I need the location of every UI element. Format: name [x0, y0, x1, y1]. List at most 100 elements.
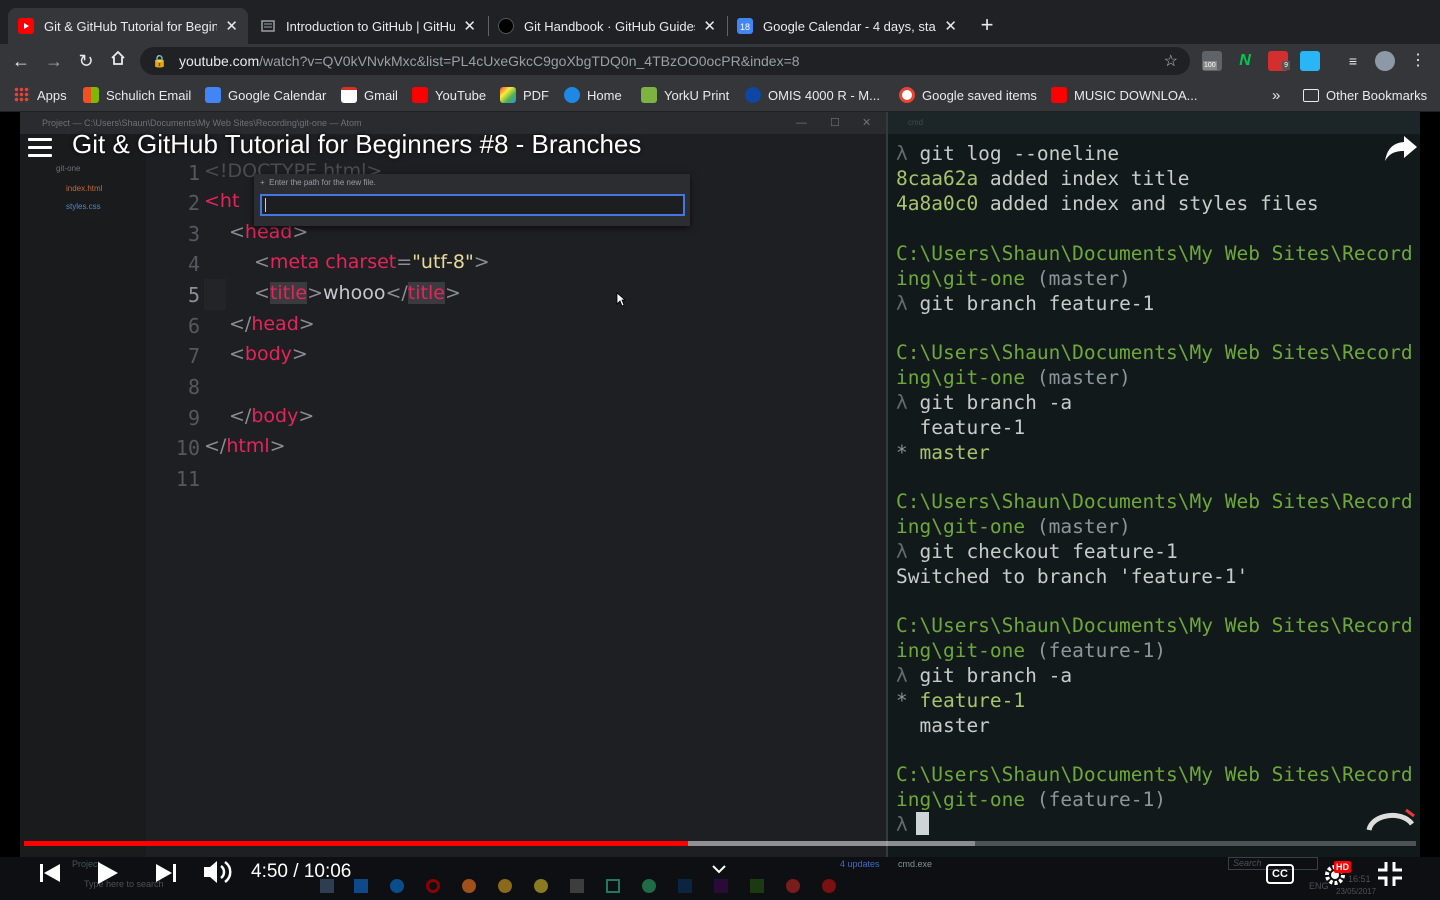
extension-icon[interactable] [1300, 51, 1320, 71]
close-icon[interactable]: ✕ [463, 17, 476, 35]
terminal-line: λ git branch -a [896, 664, 1072, 687]
url-path: /watch?v=QV0kVNvkMxc&list=PL4cUxeGkcC9go… [259, 53, 800, 69]
tab-label: Git Handbook · GitHub Guides [524, 18, 696, 34]
terminal-status-tab: cmd.exe [898, 859, 933, 869]
home-button[interactable] [106, 49, 130, 73]
code-tag: <ht [204, 190, 240, 212]
tab-google-calendar[interactable]: 18 Google Calendar - 4 days, star ✕ [727, 8, 967, 44]
close-icon[interactable]: ✕ [703, 17, 716, 35]
bookmark-schulich-email[interactable]: Schulich Email [83, 86, 191, 104]
prompt-path: ing\git-one [896, 515, 1026, 538]
video-title[interactable]: Git & GitHub Tutorial for Beginners #8 -… [72, 129, 641, 160]
prompt-lambda: λ [896, 142, 920, 165]
branch-marker: * [896, 441, 920, 464]
bookmark-label: YorkU Print [664, 87, 730, 103]
terminal-text: Switched to branch 'feature-1' [896, 565, 1249, 588]
previous-button[interactable] [38, 862, 62, 884]
bookmark-gmail[interactable]: Gmail [341, 86, 398, 104]
share-icon[interactable] [1384, 134, 1418, 162]
terminal-text: git branch feature-1 [919, 292, 1155, 315]
extension-icon[interactable]: 9 [1268, 51, 1290, 71]
exit-fullscreen-icon[interactable] [1376, 860, 1404, 888]
minimize-icon: — [796, 117, 807, 129]
bookmark-omis[interactable]: OMIS 4000 R - M... [745, 86, 880, 104]
terminal-line: λ git branch -a [896, 391, 1072, 414]
new-file-prompt: + Enter the path for the new file. [260, 178, 376, 187]
bookmark-music-download[interactable]: MUSIC DOWNLOA... [1051, 86, 1198, 104]
terminal-line: 4a8a0c0 added index and styles files [896, 192, 1319, 215]
extension-icon[interactable]: 100 [1202, 51, 1222, 71]
line-gutter: 1 2 3 4 5 6 7 8 9 10 11 [146, 134, 204, 857]
volume-icon[interactable] [202, 858, 234, 886]
terminal-text: feature-1 [896, 416, 1026, 439]
app-icon [786, 879, 800, 893]
forward-button[interactable]: → [42, 49, 66, 73]
home-icon [564, 87, 580, 103]
github-icon [498, 18, 514, 34]
queue-icon[interactable]: ≡ [1343, 51, 1363, 71]
terminal-line: 8caa62a added index title [896, 167, 1190, 190]
terminal-line: ing\git-one (feature-1) [896, 639, 1166, 662]
play-button[interactable] [96, 860, 120, 886]
tab-strip: Git & GitHub Tutorial for Beginn ✕ Intro… [0, 0, 1440, 44]
tab-git-handbook[interactable]: Git Handbook · GitHub Guides ✕ [488, 8, 726, 44]
terminal-cursor [916, 812, 929, 835]
bookmark-label: Schulich Email [106, 87, 192, 103]
video-player[interactable]: Project — C:\Users\Shaun\Documents\My We… [0, 112, 1440, 900]
tab-label: Git & GitHub Tutorial for Beginn [44, 18, 218, 34]
code-tag: meta [269, 251, 320, 273]
mouse-pointer-icon [616, 292, 626, 307]
bookmark-yorku-print[interactable]: YorkU Print [641, 86, 729, 104]
bookmark-google-calendar[interactable]: Google Calendar [205, 86, 326, 104]
close-icon[interactable]: ✕ [225, 17, 238, 35]
code-tag: body [244, 343, 292, 365]
avatar[interactable] [1375, 51, 1395, 71]
code-attr: charset [325, 251, 397, 273]
extension-icon[interactable]: N [1235, 51, 1255, 71]
captions-button[interactable]: CC [1266, 864, 1294, 884]
seek-bar[interactable] [24, 841, 1416, 846]
bookmarks-overflow-button[interactable]: » [1272, 86, 1280, 104]
prompt-path: ing\git-one [896, 267, 1026, 290]
menu-icon[interactable]: ⋮ [1408, 51, 1428, 71]
terminal-text: git checkout feature-1 [919, 540, 1178, 563]
playlist-menu-icon[interactable] [28, 138, 52, 158]
print-icon [641, 87, 657, 103]
chrome-icon [498, 879, 512, 893]
bookmark-star-icon[interactable]: ☆ [1164, 51, 1178, 71]
bookmark-label: YouTube [435, 87, 487, 103]
extension-badge: 9 [1282, 61, 1290, 70]
new-tab-button[interactable]: + [974, 12, 1000, 38]
other-bookmarks[interactable]: Other Bookmarks [1303, 86, 1427, 104]
terminal-line: ing\git-one (master) [896, 515, 1131, 538]
bookmark-label: OMIS 4000 R - M... [768, 87, 880, 103]
address-bar[interactable]: 🔒 youtube.com /watch?v=QV0kVNvkMxc&list=… [140, 47, 1190, 75]
back-button[interactable]: ← [9, 49, 33, 73]
close-icon[interactable]: ✕ [944, 17, 957, 35]
app-icon [642, 879, 656, 893]
video-timecode: 4:50 / 10:06 [251, 861, 352, 882]
bookmark-pdf[interactable]: PDF [500, 86, 549, 104]
bookmarks-bar: Apps Schulich Email Google Calendar Gmai… [0, 78, 1440, 112]
omis-icon [745, 87, 761, 103]
app-icon [534, 879, 548, 893]
bookmark-apps[interactable]: Apps [14, 86, 67, 104]
chevron-down-icon[interactable] [712, 864, 726, 874]
prompt-lambda: λ [896, 391, 920, 414]
tab-intro-github[interactable]: Introduction to GitHub | GitHub ✕ [250, 8, 486, 44]
bookmark-home[interactable]: Home [564, 86, 622, 104]
browser-toolbar: ← → ↻ 🔒 youtube.com /watch?v=QV0kVNvkMxc… [0, 44, 1440, 78]
next-button[interactable] [154, 862, 178, 884]
calendar-icon: 18 [737, 18, 753, 34]
reload-button[interactable]: ↻ [74, 49, 98, 73]
home-icon [111, 50, 125, 65]
bookmark-google-saved[interactable]: Google saved items [899, 86, 1037, 104]
bookmark-label: Google Calendar [228, 87, 327, 103]
prompt-path: ing\git-one [896, 788, 1026, 811]
terminal-text: git branch -a [919, 391, 1073, 414]
terminal-window-title: cmd [888, 112, 1420, 134]
lock-icon: 🔒 [152, 54, 167, 68]
bookmark-youtube[interactable]: YouTube [412, 86, 486, 104]
prompt-lambda: λ [896, 540, 920, 563]
tab-youtube-video[interactable]: Git & GitHub Tutorial for Beginn ✕ [8, 8, 248, 44]
